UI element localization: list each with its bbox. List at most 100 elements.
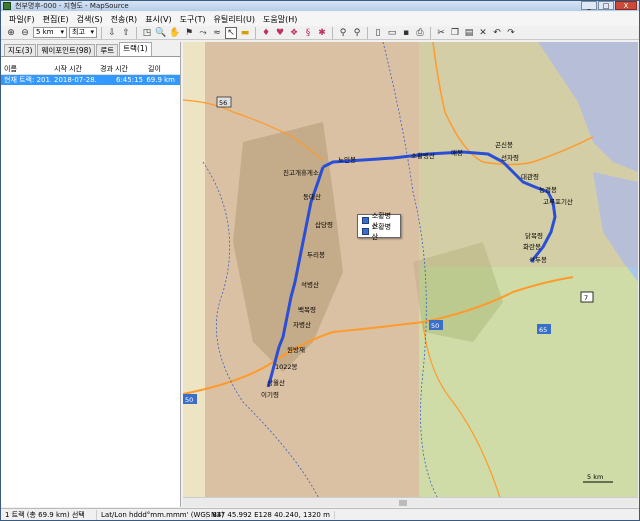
- waypoint-label[interactable]: 고루포기산: [543, 197, 573, 206]
- tab-waypoints[interactable]: 웨이포인트(98): [37, 44, 96, 56]
- app-icon: [3, 2, 11, 10]
- column-start-time[interactable]: 시작 시간: [51, 64, 97, 74]
- status-format: Lat/Lon hddd°mm.mmm' (WGS 84): [97, 510, 224, 519]
- waypoint-label[interactable]: 상월산: [267, 378, 285, 387]
- paste-icon[interactable]: ▤: [463, 27, 475, 39]
- panel-tabs: 지도(3) 웨이포인트(98) 루트 트랙(1): [1, 42, 180, 57]
- waypoint-popup[interactable]: 소황병산 소황병산: [357, 212, 401, 241]
- waypoint-label[interactable]: 대관령: [521, 172, 539, 181]
- menu-transfer[interactable]: 전송(R): [107, 14, 142, 25]
- map-tool-icon[interactable]: ◳: [141, 27, 153, 39]
- waypoint-label[interactable]: 원방재: [287, 345, 305, 354]
- scrollbar-thumb[interactable]: [399, 500, 407, 506]
- find-icon[interactable]: ⚲: [337, 27, 349, 39]
- waypoint-label[interactable]: 닭목령: [525, 232, 543, 240]
- toolbar-separator: [430, 26, 431, 39]
- column-name[interactable]: 이름: [1, 64, 51, 74]
- waypoint-label[interactable]: 동대산: [303, 192, 321, 201]
- route-tool-icon[interactable]: ⤳: [197, 27, 209, 39]
- highlight-region: [205, 42, 419, 507]
- column-elapsed[interactable]: 경과 시간: [97, 64, 145, 74]
- title-bar: 천부명후-000 - 지형도 - MapSource _ □ X: [1, 1, 639, 11]
- save-icon[interactable]: ▪: [400, 27, 412, 39]
- map-product-icon[interactable]: ✱: [316, 27, 328, 39]
- maximize-button[interactable]: □: [598, 1, 614, 10]
- status-selection: 1 트랙 (총 69.9 km) 선택: [1, 509, 97, 520]
- topo-map[interactable]: 7 56 50 50 65 진고개휴게소 동대산 노인봉 소황병산 매봉 곤신봉…: [183, 42, 638, 507]
- new-file-icon[interactable]: ▯: [372, 27, 384, 39]
- menu-view[interactable]: 표시(V): [141, 14, 175, 25]
- detail-select[interactable]: 최고 ▾: [69, 27, 97, 38]
- waypoint-label[interactable]: 선자령: [501, 153, 519, 162]
- track-length: 69.9 km: [146, 76, 175, 84]
- menu-utilities[interactable]: 유틸리티(U): [209, 14, 259, 25]
- tab-maps[interactable]: 지도(3): [4, 44, 37, 56]
- minimize-button[interactable]: _: [581, 1, 597, 10]
- chevron-down-icon: ▾: [60, 28, 64, 36]
- waypoint-tool-icon[interactable]: ⚑: [183, 27, 195, 39]
- track-tool-icon[interactable]: ≈: [211, 27, 223, 39]
- waypoint-label[interactable]: 두리봉: [307, 250, 325, 259]
- waypoint-pin-icon: [362, 228, 369, 235]
- delete-icon[interactable]: ✕: [477, 27, 489, 39]
- waypoint-label[interactable]: 능경봉: [539, 185, 557, 194]
- zoom-select[interactable]: 5 km ▾: [33, 27, 67, 38]
- undo-icon[interactable]: ↶: [491, 27, 503, 39]
- map-product-icon[interactable]: ♥: [274, 27, 286, 39]
- menu-tools[interactable]: 도구(T): [176, 14, 210, 25]
- redo-icon[interactable]: ↷: [505, 27, 517, 39]
- menu-help[interactable]: 도움말(H): [259, 14, 301, 25]
- toolbar-separator: [367, 26, 368, 39]
- find-nearest-icon[interactable]: ⚲: [351, 27, 363, 39]
- status-bar: 1 트랙 (총 69.9 km) 선택 Lat/Lon hddd°mm.mmm'…: [1, 508, 639, 520]
- track-elapsed: 6:45:15: [116, 76, 143, 84]
- waypoint-label[interactable]: 진고개휴게소: [283, 168, 319, 177]
- waypoint-label[interactable]: 석병산: [301, 280, 319, 289]
- select-tool-icon[interactable]: ↖: [225, 26, 237, 39]
- waypoint-label[interactable]: 석두봉: [529, 255, 547, 264]
- map-view[interactable]: 7 56 50 50 65 진고개휴게소 동대산 노인봉 소황병산 매봉 곤신봉…: [183, 42, 638, 507]
- waypoint-label[interactable]: 화란봉: [523, 243, 541, 251]
- print-icon[interactable]: ⎙: [414, 27, 426, 39]
- hand-tool-icon[interactable]: ✋: [169, 27, 181, 39]
- zoom-tool-icon[interactable]: 🔍: [155, 27, 167, 39]
- horizontal-scrollbar[interactable]: [183, 497, 638, 507]
- waypoint-label[interactable]: 자병산: [293, 320, 311, 329]
- measure-tool-icon[interactable]: ▬: [239, 27, 251, 39]
- copy-icon[interactable]: ❐: [449, 27, 461, 39]
- menu-edit[interactable]: 편집(E): [39, 14, 73, 25]
- window-title: 천부명후-000 - 지형도 - MapSource: [15, 2, 129, 10]
- waypoint-label[interactable]: 삽당령: [315, 220, 333, 229]
- window-controls: _ □ X: [581, 1, 637, 10]
- toolbar-separator: [136, 26, 137, 39]
- tab-routes[interactable]: 루트: [96, 44, 119, 56]
- menu-file[interactable]: 파일(F): [5, 14, 39, 25]
- waypoint-label[interactable]: 매봉: [451, 149, 463, 157]
- waypoint-label[interactable]: 백복령: [298, 305, 316, 314]
- waypoint-label[interactable]: 노인봉: [338, 155, 356, 164]
- waypoint-label[interactable]: 곤신봉: [495, 140, 513, 149]
- popup-item[interactable]: 소황병산: [358, 223, 400, 241]
- toolbar-separator: [101, 26, 102, 39]
- map-product-icon[interactable]: §: [302, 27, 314, 39]
- send-icon[interactable]: ⇧: [120, 27, 132, 39]
- waypoint-label[interactable]: 1022봉: [275, 363, 298, 371]
- cut-icon[interactable]: ✂: [435, 27, 447, 39]
- zoom-out-icon[interactable]: ⊖: [19, 27, 31, 39]
- data-panel: 지도(3) 웨이포인트(98) 루트 트랙(1) 이름 시작 시간 경과 시간 …: [1, 42, 181, 507]
- column-length[interactable]: 길이: [145, 64, 175, 74]
- road-badge-label: 56: [219, 99, 227, 107]
- waypoint-label[interactable]: 이기령: [261, 390, 279, 399]
- track-row[interactable]: 현재 트랙: 201... 2018-07-28... 6:45:15 69.9…: [1, 75, 180, 85]
- map-product-icon[interactable]: ♦: [260, 27, 272, 39]
- receive-icon[interactable]: ⇩: [106, 27, 118, 39]
- tab-tracks[interactable]: 트랙(1): [119, 42, 152, 56]
- map-product-icon[interactable]: ❖: [288, 27, 300, 39]
- close-button[interactable]: X: [615, 1, 637, 10]
- zoom-in-icon[interactable]: ⊕: [5, 27, 17, 39]
- open-file-icon[interactable]: ▭: [386, 27, 398, 39]
- menu-search[interactable]: 검색(S): [73, 14, 107, 25]
- road-badge-label: 50: [431, 322, 439, 330]
- waypoint-label[interactable]: 소황병산: [411, 151, 435, 160]
- toolbar-separator: [255, 26, 256, 39]
